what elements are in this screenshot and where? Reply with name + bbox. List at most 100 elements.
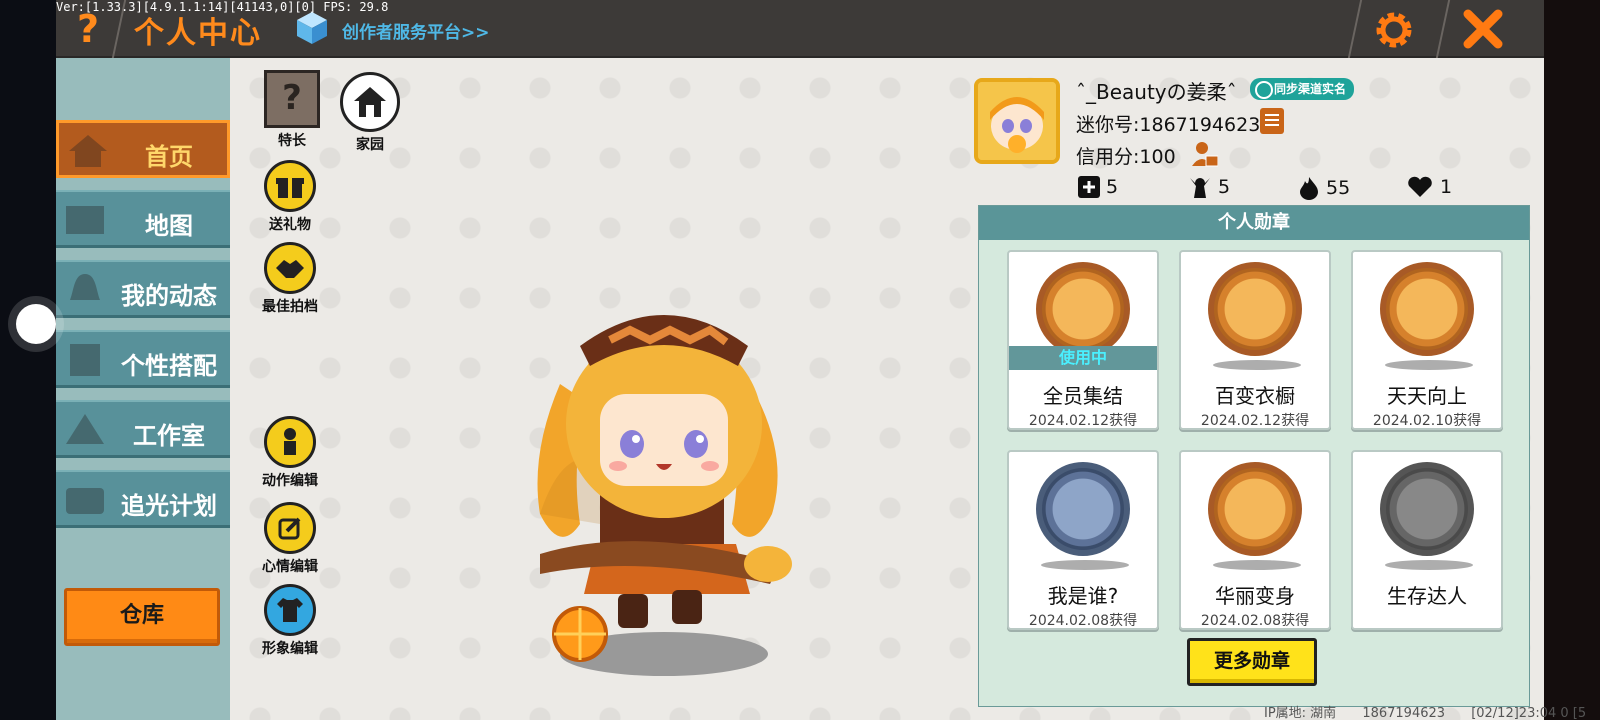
medal-shadow (1213, 560, 1301, 570)
medal-shadow (1041, 560, 1129, 570)
medal-card[interactable]: 生存达人 (1351, 450, 1503, 630)
heart-icon (1408, 176, 1432, 197)
map-icon (66, 206, 104, 234)
medal-shadow (1213, 360, 1301, 370)
divider (1347, 0, 1363, 58)
sidebar-item-outfit[interactable]: 个性搭配 (56, 330, 230, 388)
footer-uid: 1867194623 (1362, 706, 1446, 720)
image-edit-button[interactable]: 形象编辑 (250, 584, 330, 658)
shirt-icon (264, 584, 316, 636)
sidebar-item-label: 工作室 (133, 422, 205, 450)
medal-name: 生存达人 (1387, 584, 1467, 608)
home-garden-button[interactable]: 家园 (330, 72, 410, 154)
popularity-stat[interactable]: 55 (1298, 176, 1350, 200)
medal-card[interactable]: 华丽变身 2024.02.08获得 (1179, 450, 1331, 630)
avatar[interactable] (974, 78, 1060, 164)
send-gift-button[interactable]: 送礼物 (250, 160, 330, 234)
stat-value: 1 (1440, 176, 1453, 198)
medal-card[interactable]: 我是谁? 2024.02.08获得 (1007, 450, 1159, 630)
profile-card: ˆ_Beautyの姜柔ˆ 同步渠道实名 迷你号:1867194623 信用分:1… (974, 76, 1534, 200)
stat-value: 5 (1106, 176, 1119, 198)
action-edit-button[interactable]: 动作编辑 (250, 416, 330, 490)
tool-label: 心情编辑 (262, 559, 318, 575)
left-backdrop (0, 0, 56, 720)
specialty-button[interactable]: ? 特长 (252, 70, 332, 150)
sidebar-item-chase-light[interactable]: 追光计划 (56, 470, 230, 528)
medal-name: 华丽变身 (1215, 584, 1295, 608)
debug-overlay: Ver:[1.33.3][4.9.1.1:14][41143,0][0] FPS… (56, 0, 389, 14)
tool-label: 动作编辑 (262, 473, 318, 489)
medal-panel: 个人勋章 使用中 全员集结 2024.02.12获得 百变衣橱 2024.02.… (978, 205, 1530, 707)
light-icon (66, 488, 104, 514)
house-icon (340, 72, 400, 132)
fans-stat[interactable]: 5 (1188, 176, 1230, 198)
medal-date: 2024.02.10获得 (1372, 413, 1482, 429)
sidebar-item-studio[interactable]: 工作室 (56, 400, 230, 458)
outfit-icon (70, 344, 100, 376)
copy-icon[interactable] (1260, 108, 1284, 134)
sidebar-item-home[interactable]: 首页 (56, 120, 230, 178)
stat-value: 5 (1218, 176, 1231, 198)
medal-date: 2024.02.08获得 (1200, 613, 1310, 629)
medal-badge-icon (1036, 462, 1130, 556)
tool-label: 特长 (278, 133, 306, 149)
medal-badge-icon (1208, 262, 1302, 356)
medal-date: 2024.02.08获得 (1028, 613, 1138, 629)
cube-icon (297, 12, 327, 44)
studio-icon (66, 414, 104, 444)
tool-label: 送礼物 (269, 217, 311, 233)
credit-info-icon[interactable] (1190, 140, 1218, 168)
more-medals-button[interactable]: 更多勋章 (1187, 638, 1317, 686)
warehouse-button[interactable]: 仓库 (64, 588, 220, 646)
player-avatar-3d[interactable] (500, 254, 820, 684)
friends-stat[interactable]: 5 (1078, 176, 1118, 198)
fire-icon (1300, 177, 1318, 200)
medal-badge-icon (1208, 462, 1302, 556)
medal-panel-title: 个人勋章 (979, 206, 1529, 240)
sidebar-item-label: 追光计划 (121, 492, 217, 520)
stat-value: 55 (1326, 177, 1351, 199)
medal-badge-icon (1036, 262, 1130, 356)
right-backdrop (1544, 0, 1600, 720)
medal-name: 全员集结 (1043, 384, 1123, 408)
floating-assist-button[interactable] (16, 304, 56, 344)
tool-label: 形象编辑 (262, 641, 318, 657)
tool-label: 家园 (356, 137, 384, 153)
sidebar-item-label: 地图 (145, 212, 193, 240)
gear-icon[interactable] (1372, 8, 1416, 52)
mini-id: 迷你号:1867194623 (1076, 114, 1261, 136)
sidebar-item-label: 我的动态 (121, 282, 217, 310)
sidebar-item-map[interactable]: 地图 (56, 190, 230, 248)
likes-stat[interactable]: 1 (1406, 176, 1452, 198)
tool-label: 最佳拍档 (262, 299, 318, 315)
medal-date: 2024.02.12获得 (1200, 413, 1310, 429)
medal-name: 天天向上 (1387, 384, 1467, 408)
sidebar-item-feed[interactable]: 我的动态 (56, 260, 230, 318)
sidebar: 首页 地图 我的动态 个性搭配 工作室 追光计划 仓库 (56, 58, 230, 720)
edit-icon (264, 502, 316, 554)
medal-card[interactable]: 百变衣橱 2024.02.12获得 (1179, 250, 1331, 430)
add-friend-icon (1078, 176, 1100, 198)
medal-card[interactable]: 天天向上 2024.02.10获得 (1351, 250, 1503, 430)
medal-shadow (1385, 560, 1473, 570)
mood-edit-button[interactable]: 心情编辑 (250, 502, 330, 576)
cheer-icon (1190, 178, 1210, 198)
best-partner-button[interactable]: 最佳拍档 (250, 242, 330, 316)
medal-name: 我是谁? (1047, 584, 1119, 608)
creator-platform-link[interactable]: 创作者服务平台>> (342, 18, 490, 43)
ip-location: IP属地: 湖南 (1264, 706, 1337, 720)
medal-badge-icon (1380, 462, 1474, 556)
close-icon[interactable] (1460, 6, 1506, 52)
gift-icon (264, 160, 316, 212)
username: ˆ_Beautyの姜柔ˆ (1076, 80, 1237, 104)
credit-score: 信用分:100 (1076, 146, 1176, 168)
medal-shadow (1385, 360, 1473, 370)
realname-badge[interactable]: 同步渠道实名 (1250, 78, 1355, 100)
medal-card[interactable]: 使用中 全员集结 2024.02.12获得 (1007, 250, 1159, 430)
pose-icon (264, 416, 316, 468)
bell-icon (70, 274, 100, 300)
medal-name: 百变衣橱 (1215, 384, 1295, 408)
home-icon (69, 135, 107, 167)
app-root: ? 个人中心 创作者服务平台>> Ver:[1.33.3][4.9.1.1:14… (0, 0, 1600, 720)
divider (1435, 0, 1451, 58)
